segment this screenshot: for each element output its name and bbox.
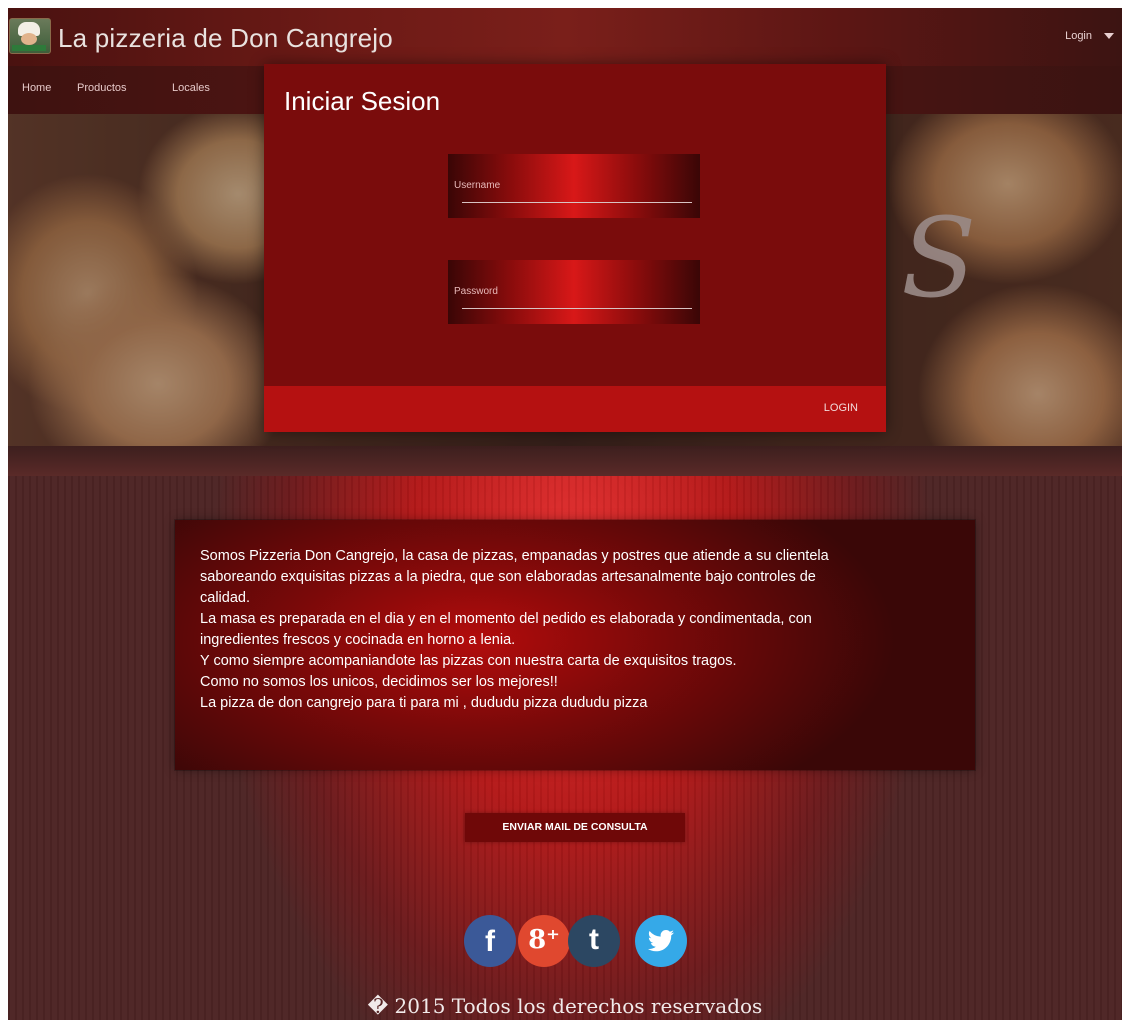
site-title[interactable]: La pizzeria de Don Cangrejo [58, 23, 393, 54]
password-field-wrapper: Password [448, 260, 704, 326]
googleplus-icon[interactable]: 8⁺ [518, 915, 570, 967]
login-dropdown-label: Login [1065, 30, 1092, 42]
username-input[interactable] [448, 154, 704, 220]
nav-item-locales[interactable]: Locales [172, 82, 210, 94]
contact-mail-button[interactable]: ENVIAR MAIL DE CONSULTA [465, 813, 685, 842]
page: S La pizzeria de Don Cangrejo Login Home… [8, 8, 1122, 1020]
facebook-icon[interactable]: f [464, 915, 516, 967]
login-modal: Iniciar Sesion Username Password LOGIN [264, 64, 886, 432]
about-line: Como no somos los unicos, decidimos ser … [200, 674, 558, 690]
about-line: ingredientes frescos y cocinada en horno… [200, 632, 516, 648]
logo-icon[interactable] [9, 18, 51, 54]
twitter-icon[interactable] [635, 915, 687, 967]
about-line: calidad. [200, 590, 250, 606]
modal-title: Iniciar Sesion [284, 86, 441, 116]
caret-down-icon [1104, 33, 1114, 40]
password-underline [462, 308, 692, 309]
footer-copyright: � 2015 Todos los derechos reservados [367, 994, 763, 1018]
username-underline [462, 202, 692, 203]
nav-item-home[interactable]: Home [22, 82, 51, 94]
about-line: saboreando exquisitas pizzas a la piedra… [200, 569, 816, 585]
username-field-wrapper: Username [448, 154, 704, 220]
login-dropdown[interactable]: Login [1065, 30, 1114, 42]
hero-bottom-band [8, 446, 1122, 476]
about-line: La pizza de don cangrejo para ti para mi… [200, 695, 648, 711]
login-button[interactable]: LOGIN [824, 402, 858, 414]
about-panel: Somos Pizzeria Don Cangrejo, la casa de … [175, 520, 975, 770]
password-input[interactable] [448, 260, 704, 326]
about-line: La masa es preparada en el dia y en el m… [200, 611, 812, 627]
nav-item-productos[interactable]: Productos [77, 82, 127, 94]
top-bar: La pizzeria de Don Cangrejo Login [8, 8, 1122, 66]
about-line: Somos Pizzeria Don Cangrejo, la casa de … [200, 548, 829, 564]
modal-footer: LOGIN [264, 386, 886, 432]
about-text: Somos Pizzeria Don Cangrejo, la casa de … [200, 546, 950, 714]
about-line: Y como siempre acompaniandote las pizzas… [200, 653, 737, 669]
tumblr-icon[interactable]: t [568, 915, 620, 967]
twitter-bird-icon [647, 930, 674, 952]
